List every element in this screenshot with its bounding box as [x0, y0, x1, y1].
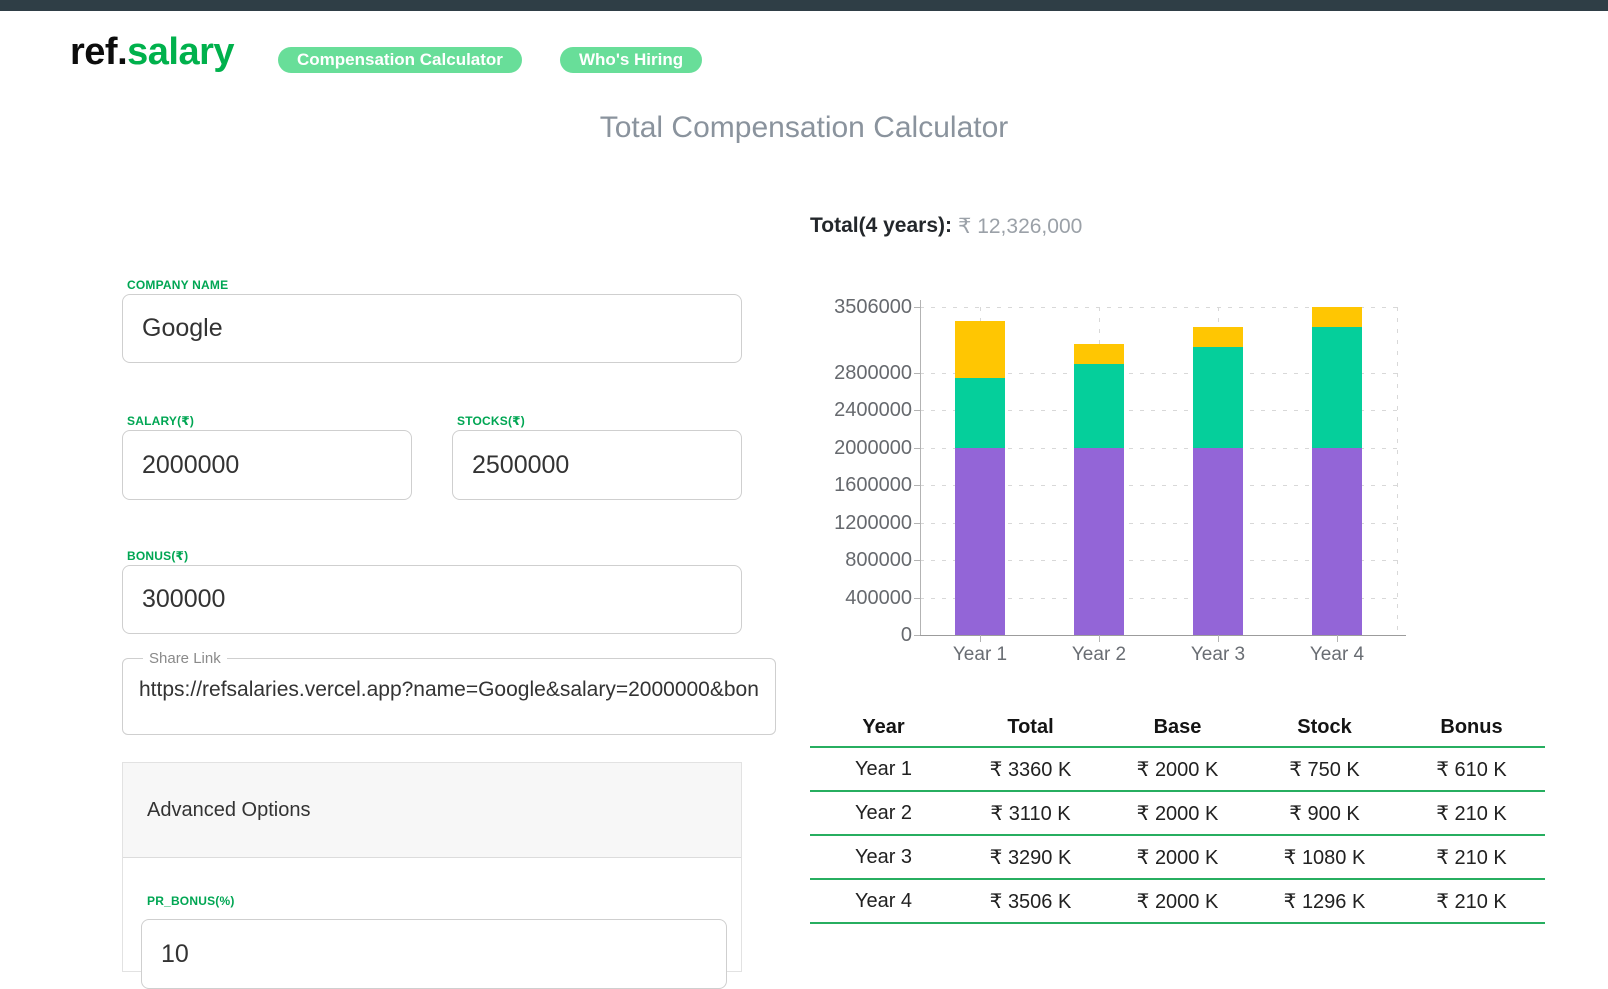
pr-bonus-label: PR_BONUS(%) — [147, 894, 235, 908]
y-tick-label: 1600000 — [834, 474, 912, 496]
cell-total: ₹ 3360 K — [957, 747, 1104, 792]
y-axis-line — [920, 300, 921, 635]
logo-prefix: ref. — [70, 31, 128, 73]
cell-total: ₹ 3506 K — [957, 879, 1104, 924]
cell-year: Year 4 — [810, 879, 957, 924]
cell-base: ₹ 2000 K — [1104, 791, 1251, 836]
page-title: Total Compensation Calculator — [599, 111, 1009, 144]
y-tick-label: 400000 — [845, 587, 912, 609]
bar-segment-year2-bonus[interactable] — [1074, 344, 1124, 364]
cell-year: Year 1 — [810, 747, 957, 792]
y-tick-label: 2800000 — [834, 362, 912, 384]
table-header-row: Year Total Base Stock Bonus — [810, 708, 1545, 748]
cell-base: ₹ 2000 K — [1104, 835, 1251, 880]
bar-segment-year4-bonus[interactable] — [1312, 307, 1362, 327]
table-row: Year 4 ₹ 3506 K ₹ 2000 K ₹ 1296 K ₹ 210 … — [810, 879, 1545, 924]
cell-bonus: ₹ 210 K — [1398, 835, 1545, 880]
cell-total: ₹ 3290 K — [957, 835, 1104, 880]
advanced-options-header[interactable]: Advanced Options — [123, 763, 741, 858]
top-accent-bar — [0, 0, 1608, 11]
nav-whos-hiring-label: Who's Hiring — [579, 50, 684, 69]
bar-segment-year3-stock[interactable] — [1193, 347, 1243, 448]
y-tick-mark — [914, 485, 920, 486]
y-tick-mark — [914, 635, 920, 636]
x-tick-label: Year 4 — [1309, 644, 1365, 665]
bar-segment-year1-bonus[interactable] — [955, 321, 1005, 378]
x-tick-mark — [1218, 635, 1219, 642]
x-tick-mark — [980, 635, 981, 642]
cell-total: ₹ 3110 K — [957, 791, 1104, 836]
total-compensation-value: ₹ 12,326,000 — [958, 215, 1083, 238]
y-tick-mark — [914, 410, 920, 411]
cell-stock: ₹ 750 K — [1251, 747, 1398, 792]
table-row: Year 1 ₹ 3360 K ₹ 2000 K ₹ 750 K ₹ 610 K — [810, 747, 1545, 792]
x-tick-label: Year 2 — [1071, 644, 1127, 665]
company-name-input[interactable] — [122, 294, 742, 363]
cell-bonus: ₹ 610 K — [1398, 747, 1545, 792]
x-tick-mark — [1099, 635, 1100, 642]
cell-bonus: ₹ 210 K — [1398, 879, 1545, 924]
cell-stock: ₹ 900 K — [1251, 791, 1398, 836]
bonus-input[interactable] — [122, 565, 742, 634]
bar-segment-year1-stock[interactable] — [955, 378, 1005, 448]
share-link-fieldset: Share Link https://refsalaries.vercel.ap… — [122, 650, 776, 735]
x-axis-line — [914, 635, 1406, 636]
bar-segment-year1-base[interactable] — [955, 448, 1005, 635]
bar-segment-year3-bonus[interactable] — [1193, 327, 1243, 347]
col-total: Total — [957, 708, 1104, 748]
x-tick-label: Year 3 — [1190, 644, 1246, 665]
bar-segment-year4-stock[interactable] — [1312, 327, 1362, 448]
salary-input[interactable] — [122, 430, 412, 500]
y-tick-mark — [914, 307, 920, 308]
y-tick-mark — [914, 448, 920, 449]
nav-compensation-calculator-label: Compensation Calculator — [297, 50, 503, 69]
y-tick-label: 3506000 — [834, 296, 912, 318]
y-tick-mark — [914, 598, 920, 599]
nav-compensation-calculator[interactable]: Compensation Calculator — [278, 47, 522, 73]
y-tick-label: 800000 — [845, 549, 912, 571]
bar-segment-year3-base[interactable] — [1193, 448, 1243, 635]
bar-segment-year4-base[interactable] — [1312, 448, 1362, 635]
share-link-value[interactable]: https://refsalaries.vercel.app?name=Goog… — [139, 678, 759, 702]
y-tick-label: 0 — [900, 624, 912, 646]
cell-bonus: ₹ 210 K — [1398, 791, 1545, 836]
advanced-options-panel: Advanced Options PR_BONUS(%) — [122, 762, 742, 989]
y-tick-label: 1200000 — [834, 512, 912, 534]
col-bonus: Bonus — [1398, 708, 1545, 748]
app-logo[interactable]: ref.salary — [70, 31, 235, 74]
table-row: Year 2 ₹ 3110 K ₹ 2000 K ₹ 900 K ₹ 210 K — [810, 791, 1545, 836]
col-year: Year — [810, 708, 957, 748]
company-name-label: COMPANY NAME — [127, 278, 229, 292]
cell-year: Year 3 — [810, 835, 957, 880]
cell-base: ₹ 2000 K — [1104, 879, 1251, 924]
bar-segment-year2-base[interactable] — [1074, 448, 1124, 635]
v-gridline-right-edge — [1397, 307, 1398, 635]
total-4-years-label: Total(4 years): — [810, 214, 952, 237]
cell-stock: ₹ 1296 K — [1251, 879, 1398, 924]
advanced-options-title: Advanced Options — [147, 798, 311, 821]
x-tick-mark — [1337, 635, 1338, 642]
salary-label: SALARY(₹) — [127, 414, 195, 428]
y-tick-label: 2400000 — [834, 399, 912, 421]
y-tick-mark — [914, 560, 920, 561]
y-tick-label: 2000000 — [834, 437, 912, 459]
stocks-label: STOCKS(₹) — [457, 414, 525, 428]
col-base: Base — [1104, 708, 1251, 748]
y-tick-mark — [914, 373, 920, 374]
bonus-label: BONUS(₹) — [127, 549, 189, 563]
nav-whos-hiring[interactable]: Who's Hiring — [560, 47, 703, 73]
compensation-table: Year Total Base Stock Bonus Year 1 ₹ 336… — [810, 708, 1545, 924]
share-link-label: Share Link — [149, 650, 221, 667]
bar-segment-year2-stock[interactable] — [1074, 364, 1124, 448]
stocks-input[interactable] — [452, 430, 742, 500]
logo-suffix: salary — [127, 31, 235, 73]
cell-stock: ₹ 1080 K — [1251, 835, 1398, 880]
cell-base: ₹ 2000 K — [1104, 747, 1251, 792]
cell-year: Year 2 — [810, 791, 957, 836]
table-row: Year 3 ₹ 3290 K ₹ 2000 K ₹ 1080 K ₹ 210 … — [810, 835, 1545, 880]
y-tick-mark — [914, 523, 920, 524]
col-stock: Stock — [1251, 708, 1398, 748]
x-tick-label: Year 1 — [952, 644, 1008, 665]
pr-bonus-input[interactable] — [141, 919, 727, 989]
